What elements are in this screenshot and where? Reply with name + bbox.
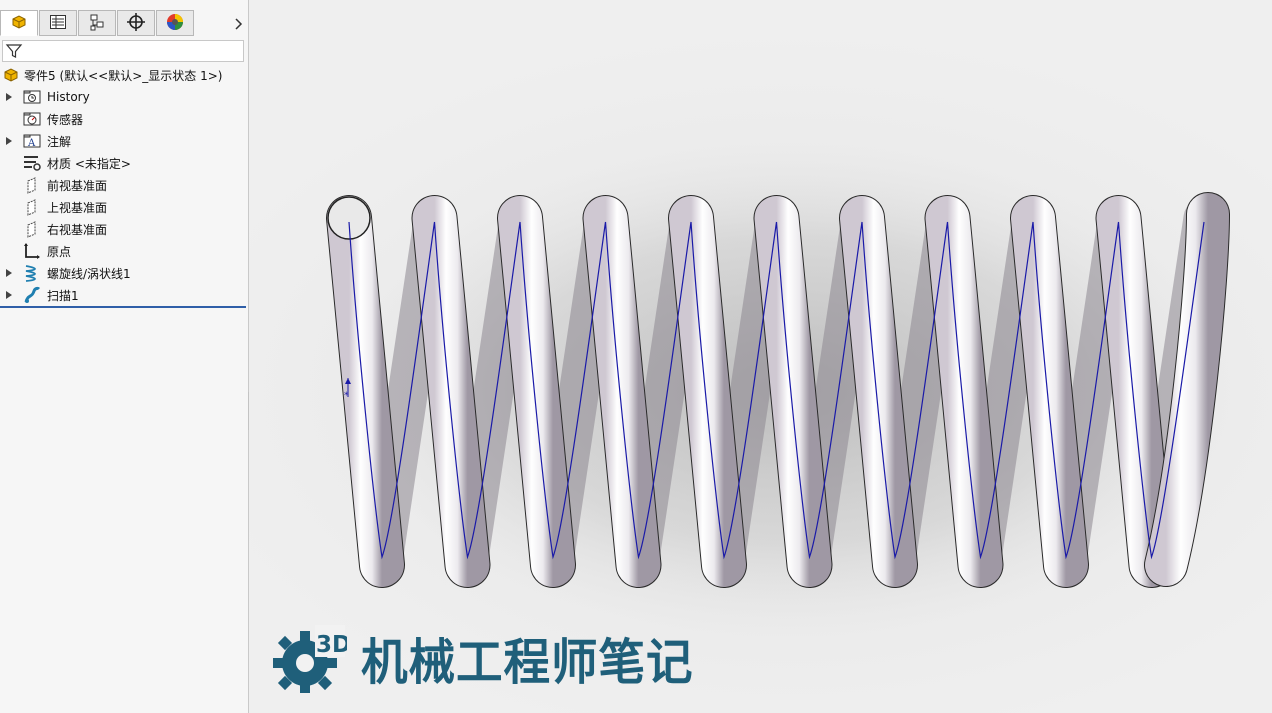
tree-item-origin[interactable]: 原点 bbox=[0, 240, 248, 262]
tree-root-label: 零件5 (默认<<默认>_显示状态 1>) bbox=[24, 68, 223, 83]
svg-text:*: * bbox=[344, 391, 349, 401]
expand-arrow-icon[interactable] bbox=[4, 136, 14, 146]
featuremanager-tab[interactable] bbox=[0, 10, 38, 36]
watermark-text: 机械工程师笔记 bbox=[361, 633, 694, 691]
tree-item-label: 材质 <未指定> bbox=[47, 156, 131, 171]
material-icon bbox=[22, 154, 42, 172]
dimxpert-tab[interactable] bbox=[117, 10, 155, 36]
tree-item-label: History bbox=[47, 90, 90, 104]
tree-item-label: 螺旋线/涡状线1 bbox=[47, 266, 131, 281]
spring-model[interactable]: * bbox=[249, 0, 1272, 713]
sweep-profile-circle[interactable] bbox=[327, 196, 371, 240]
filter-icon[interactable] bbox=[5, 42, 23, 63]
rollback-bar[interactable] bbox=[0, 306, 246, 308]
propertymanager-tab[interactable] bbox=[39, 10, 77, 36]
tree-item-helix[interactable]: 螺旋线/涡状线1 bbox=[0, 262, 248, 284]
svg-text:A: A bbox=[27, 138, 36, 149]
gear-icon: 3D bbox=[269, 621, 351, 696]
tree-item-annotations[interactable]: A 注解 bbox=[0, 130, 248, 152]
display-manager-tab[interactable] bbox=[156, 10, 194, 36]
sweep-icon bbox=[22, 286, 42, 304]
expand-arrow-icon[interactable] bbox=[4, 268, 14, 278]
crosshair-icon bbox=[127, 12, 145, 34]
plane-icon bbox=[22, 176, 42, 194]
tree-root-part[interactable]: 零件5 (默认<<默认>_显示状态 1>) bbox=[0, 64, 248, 86]
logo-badge-text: 3D bbox=[316, 632, 347, 658]
graphics-area[interactable]: * 3D 机械工程师笔记 bbox=[249, 0, 1272, 713]
property-list-icon bbox=[49, 14, 67, 33]
filter-bar[interactable] bbox=[2, 40, 244, 62]
tree-item-sensors[interactable]: 传感器 bbox=[0, 108, 248, 130]
chevron-right-icon[interactable] bbox=[230, 14, 246, 34]
feature-manager-panel: 零件5 (默认<<默认>_显示状态 1>) History 传感器 A 注解 材… bbox=[0, 0, 249, 713]
tree-item-right-plane[interactable]: 右视基准面 bbox=[0, 218, 248, 240]
configuration-icon bbox=[88, 13, 106, 34]
tree-item-material[interactable]: 材质 <未指定> bbox=[0, 152, 248, 174]
color-wheel-icon bbox=[166, 13, 184, 34]
configurationmanager-tab[interactable] bbox=[78, 10, 116, 36]
sensor-folder-icon bbox=[22, 110, 42, 128]
plane-icon bbox=[22, 220, 42, 238]
part-icon bbox=[9, 13, 29, 34]
tree-item-history[interactable]: History bbox=[0, 86, 248, 108]
annotation-folder-icon: A bbox=[22, 132, 42, 150]
tree-item-label: 上视基准面 bbox=[47, 200, 108, 215]
helix-icon bbox=[22, 264, 42, 282]
expand-arrow-icon[interactable] bbox=[4, 92, 14, 102]
tree-item-label: 原点 bbox=[47, 244, 72, 259]
plane-icon bbox=[22, 198, 42, 216]
tree-item-label: 注解 bbox=[47, 134, 72, 149]
watermark-logo: 3D 机械工程师笔记 bbox=[269, 622, 711, 694]
tree-item-front-plane[interactable]: 前视基准面 bbox=[0, 174, 248, 196]
tree-item-label: 右视基准面 bbox=[47, 222, 108, 237]
history-folder-icon bbox=[22, 88, 42, 106]
part-icon bbox=[2, 66, 22, 84]
expand-arrow-icon[interactable] bbox=[4, 290, 14, 300]
tree-item-label: 传感器 bbox=[47, 112, 84, 127]
tree-item-top-plane[interactable]: 上视基准面 bbox=[0, 196, 248, 218]
panel-tab-bar bbox=[0, 8, 248, 38]
origin-icon bbox=[22, 242, 42, 260]
tree-item-sweep[interactable]: 扫描1 bbox=[0, 284, 248, 306]
tree-item-label: 扫描1 bbox=[47, 288, 79, 303]
tree-item-label: 前视基准面 bbox=[47, 178, 108, 193]
